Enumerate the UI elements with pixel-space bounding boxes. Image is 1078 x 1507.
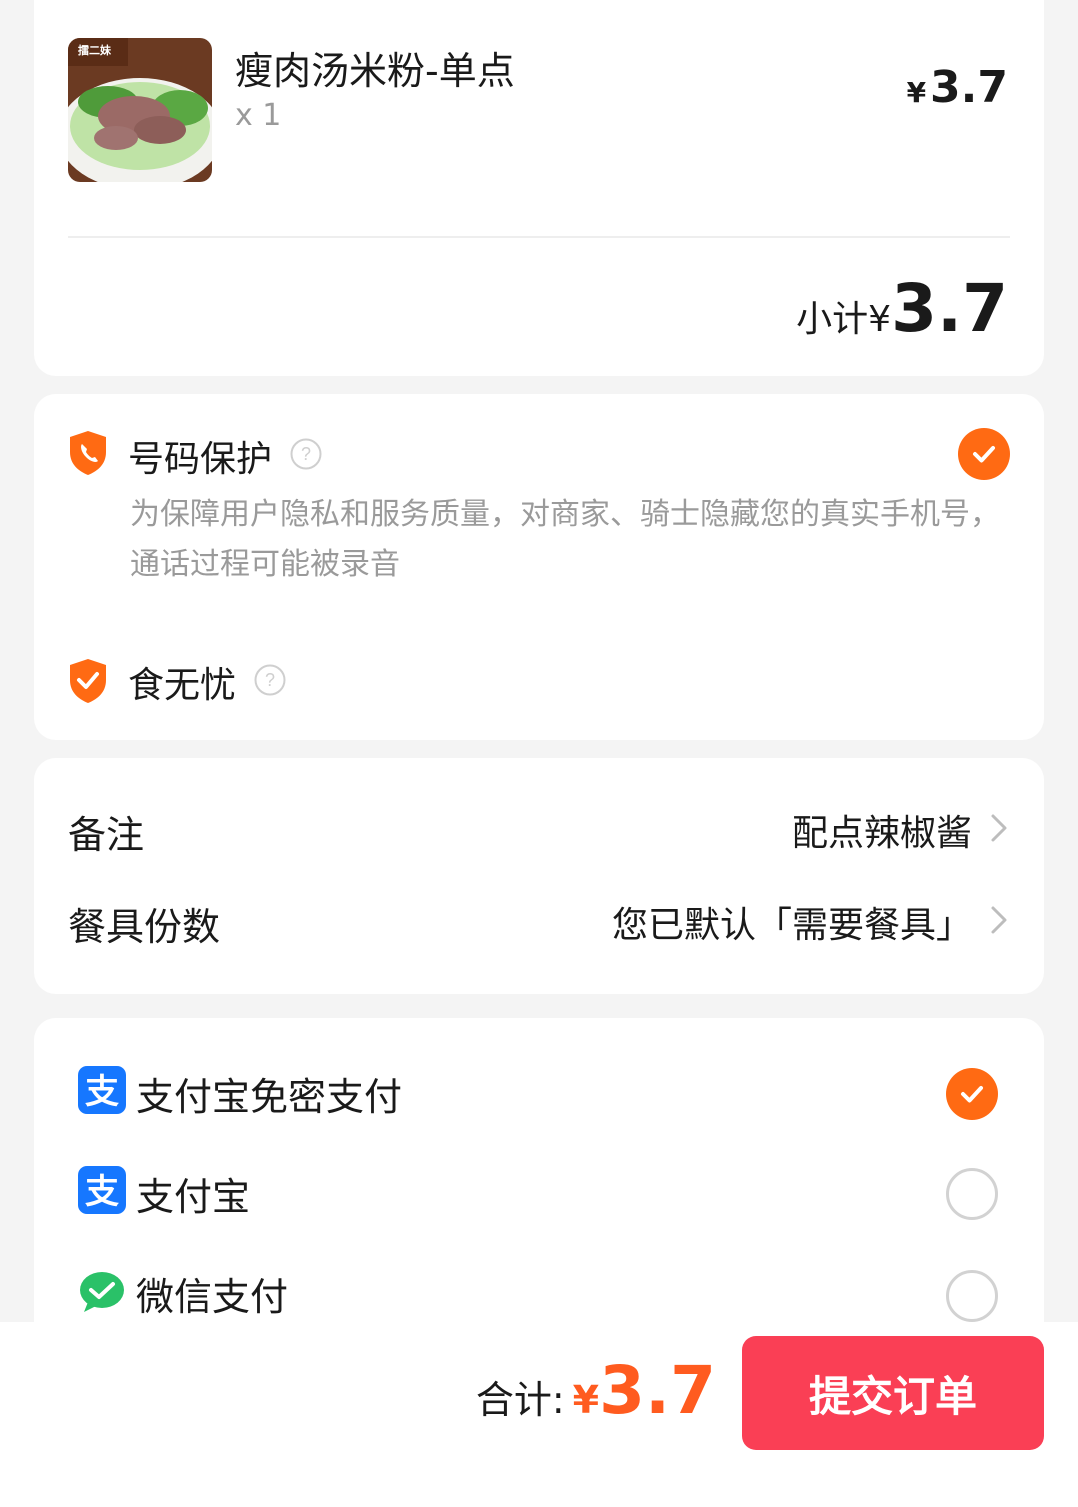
- thumbnail-brand-text: 擂二妹: [78, 44, 111, 57]
- remark-label: 备注: [68, 813, 145, 857]
- utensils-value: 您已默认「需要餐具」: [611, 905, 972, 946]
- number-protect-title: 号码保护: [128, 439, 273, 480]
- help-icon[interactable]: ?: [290, 438, 322, 470]
- order-total: 合计: ¥3.7: [476, 1352, 716, 1429]
- payment-radio[interactable]: [946, 1168, 998, 1220]
- payment-radio-selected[interactable]: [946, 1068, 998, 1120]
- total-currency: ¥: [572, 1378, 600, 1422]
- payment-radio[interactable]: [946, 1270, 998, 1322]
- item-price-value: 3.7: [930, 62, 1008, 113]
- checkout-bar: 合计: ¥3.7 提交订单: [0, 1322, 1078, 1507]
- subtotal-currency: ¥: [868, 299, 892, 340]
- alipay-icon: 支: [78, 1066, 126, 1114]
- food-thumbnail[interactable]: 擂二妹: [68, 38, 212, 182]
- chevron-right-icon: [988, 902, 1010, 938]
- submit-order-button[interactable]: 提交订单: [742, 1336, 1044, 1450]
- utensils-label: 餐具份数: [68, 905, 221, 949]
- svg-text:支: 支: [85, 1172, 119, 1212]
- number-protect-check[interactable]: [958, 428, 1010, 480]
- wechat-pay-icon: [78, 1268, 126, 1316]
- item-name: 瘦肉汤米粉-单点: [235, 49, 515, 93]
- subtotal-label: 小计: [796, 299, 869, 340]
- svg-text:支: 支: [85, 1072, 119, 1112]
- shield-check-icon: [68, 658, 108, 704]
- checkmark-icon: [961, 1086, 983, 1103]
- number-protect-description: 为保障用户隐私和服务质量，对商家、骑士隐藏您的真实手机号，通话过程可能被录音: [130, 497, 1000, 582]
- checkmark-icon: [973, 446, 995, 463]
- item-quantity: x 1: [235, 98, 282, 133]
- item-price-currency: ¥: [906, 76, 927, 109]
- payment-label: 微信支付: [136, 1275, 289, 1319]
- chevron-right-icon: [988, 810, 1010, 846]
- protection-card: 号码保护 ? 为保障用户隐私和服务质量，对商家、骑士隐藏您的真实手机号，通话过程…: [34, 394, 1044, 740]
- svg-text:?: ?: [301, 444, 311, 464]
- order-item-card: 擂二妹 瘦肉汤米粉-单点 x 1 ¥3.7 小计¥3.7: [34, 0, 1044, 376]
- item-price: ¥3.7: [907, 62, 1008, 113]
- total-value: 3.7: [599, 1352, 716, 1429]
- payment-label: 支付宝: [136, 1175, 251, 1219]
- payment-label: 支付宝免密支付: [136, 1075, 403, 1119]
- alipay-icon: 支: [78, 1166, 126, 1214]
- subtotal-value: 3.7: [891, 270, 1008, 347]
- shield-phone-icon: [68, 430, 108, 476]
- food-safe-title: 食无忧: [128, 665, 237, 706]
- subtotal: 小计¥3.7: [796, 270, 1008, 347]
- order-notes-card: 备注 配点辣椒酱 餐具份数 您已默认「需要餐具」: [34, 758, 1044, 994]
- help-icon[interactable]: ?: [254, 664, 286, 696]
- divider: [68, 236, 1010, 238]
- total-label: 合计:: [475, 1378, 565, 1422]
- svg-text:?: ?: [265, 670, 275, 690]
- remark-value: 配点辣椒酱: [791, 813, 972, 854]
